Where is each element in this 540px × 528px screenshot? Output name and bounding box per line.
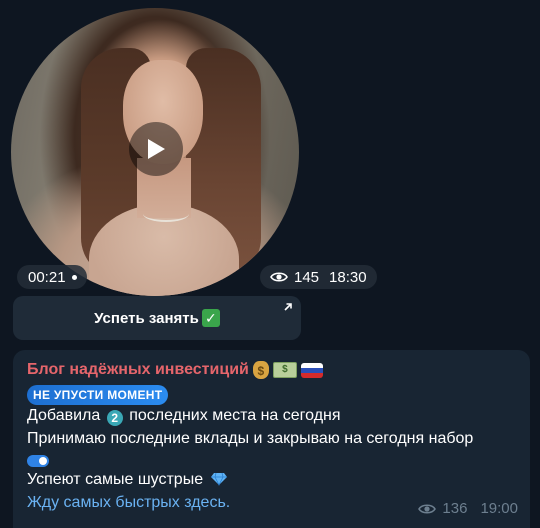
line3-text: Успеют самые шустрые [27, 471, 204, 488]
eye-icon [270, 272, 288, 282]
message-views: 136 [442, 500, 468, 517]
video-frame-necklace [143, 206, 189, 222]
eye-icon [418, 503, 437, 514]
play-icon [148, 139, 165, 159]
gem-icon [210, 472, 227, 486]
check-mark-icon: ✓ [201, 309, 220, 327]
unplayed-dot [71, 274, 77, 280]
toggle-icon [27, 455, 49, 467]
line1-text-after: последних места на сегодня [129, 407, 341, 424]
external-link-icon [284, 303, 292, 311]
russia-flag-icon [300, 362, 323, 378]
message-author[interactable]: Блог надёжных инвестиций $ $ [27, 361, 323, 379]
message-line-1: Добавила 2 последних места на сегодня [27, 407, 341, 426]
video-views: 145 [294, 268, 320, 286]
banknote-icon: $ [272, 362, 297, 378]
video-meta: 145 18:30 [260, 265, 377, 289]
highlight-badge: НЕ УПУСТИ МОМЕНТ [27, 385, 169, 405]
message-time: 19:00 [480, 500, 518, 517]
message-link[interactable]: Жду самых быстрых здесь. [27, 494, 230, 512]
video-time: 18:30 [329, 268, 367, 286]
line1-text-before: Добавила [27, 407, 101, 424]
video-duration: 00:21 [17, 265, 87, 289]
number-icon: 2 [106, 410, 123, 426]
message-bubble[interactable]: Блог надёжных инвестиций $ $ НЕ УПУСТИ М… [13, 350, 530, 528]
video-duration-text: 00:21 [28, 268, 66, 286]
play-button[interactable] [129, 122, 183, 176]
message-line-2: Принимаю последние вклады и закрываю на … [27, 430, 474, 447]
message-line-3: Успеют самые шустрые [27, 471, 227, 489]
money-bag-icon: $ [252, 361, 269, 379]
inline-button-label: Успеть занять [94, 309, 199, 327]
message-meta: 136 19:00 [418, 500, 518, 517]
video-message[interactable] [11, 8, 299, 296]
author-name: Блог надёжных инвестиций [27, 361, 249, 378]
inline-url-button[interactable]: Успеть занять ✓ [13, 296, 301, 340]
